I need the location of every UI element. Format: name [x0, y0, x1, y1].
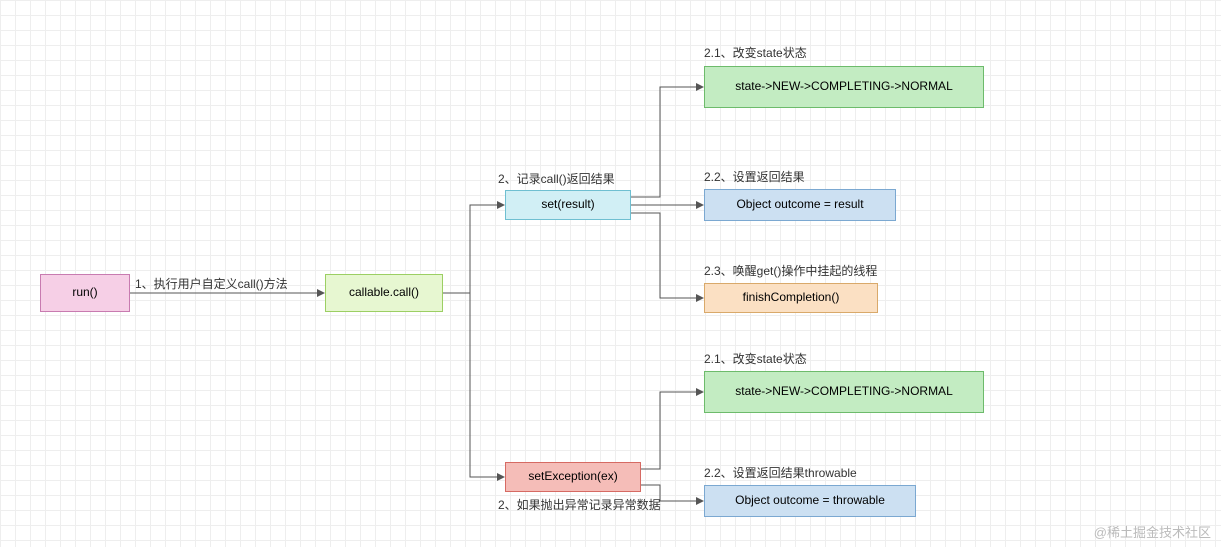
edge-label-2a: 2、记录call()返回结果 [498, 170, 615, 187]
edge-label-1: 1、执行用户自定义call()方法 [135, 275, 288, 292]
node-finish: finishCompletion() [704, 283, 878, 313]
edge-label-2b: 2、如果抛出异常记录异常数据 [498, 496, 661, 513]
edge-label-21a: 2.1、改变state状态 [704, 44, 807, 61]
node-run: run() [40, 274, 130, 312]
edge-label-22b: 2.2、设置返回结果throwable [704, 464, 857, 481]
node-outcome1: Object outcome = result [704, 189, 896, 221]
node-outcome2: Object outcome = throwable [704, 485, 916, 517]
node-state1: state->NEW->COMPLETING->NORMAL [704, 66, 984, 108]
node-callable: callable.call() [325, 274, 443, 312]
diagram-canvas: run() callable.call() set(result) setExc… [0, 0, 1221, 547]
node-set: set(result) [505, 190, 631, 220]
node-setex: setException(ex) [505, 462, 641, 492]
edge-label-23: 2.3、唤醒get()操作中挂起的线程 [704, 262, 877, 279]
node-state2: state->NEW->COMPLETING->NORMAL [704, 371, 984, 413]
watermark: @稀土掘金技术社区 [1094, 522, 1211, 541]
edge-label-22a: 2.2、设置返回结果 [704, 168, 805, 185]
edge-label-21b: 2.1、改变state状态 [704, 350, 807, 367]
